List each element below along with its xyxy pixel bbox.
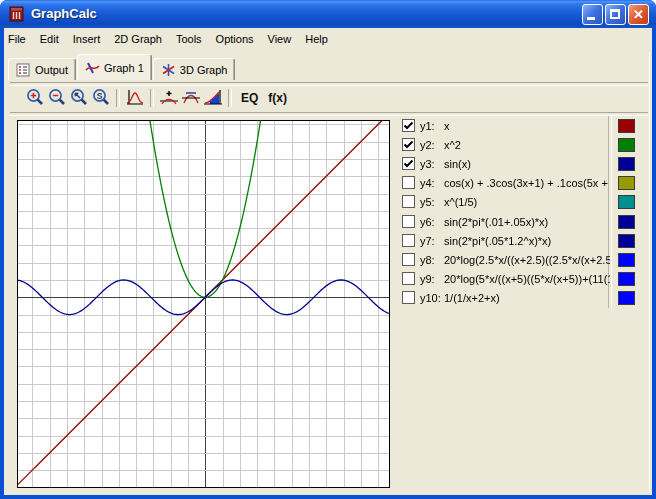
fx-button[interactable]: f(x) xyxy=(268,91,287,105)
equation-name: y7: xyxy=(420,235,435,247)
window-controls: ✕ xyxy=(582,4,649,25)
close-button[interactable]: ✕ xyxy=(628,4,649,25)
equation-name: y4: xyxy=(420,177,435,189)
divider xyxy=(10,112,648,116)
equation-checkbox[interactable] xyxy=(402,272,415,285)
menu-2d-graph[interactable]: 2D Graph xyxy=(110,28,166,45)
zoom-in-button[interactable] xyxy=(24,87,46,109)
equation-checkbox[interactable] xyxy=(402,234,415,247)
equation-name: y6: xyxy=(420,216,435,228)
equation-checkbox[interactable] xyxy=(402,291,415,304)
menu-options[interactable]: Options xyxy=(212,28,258,45)
find-root-button[interactable] xyxy=(180,87,202,109)
equation-color-swatch[interactable] xyxy=(618,272,635,286)
equation-row: y3: sin(x) xyxy=(4,157,652,173)
equation-name: y5: xyxy=(420,196,435,208)
equation-checkbox[interactable] xyxy=(402,119,415,132)
tab-label: 3D Graph xyxy=(180,64,228,76)
equation-checkbox[interactable] xyxy=(402,195,415,208)
graph2d-tab-icon xyxy=(85,61,100,75)
zoom-out-button[interactable] xyxy=(46,87,68,109)
equation-checkbox[interactable] xyxy=(402,138,415,151)
toolbar-separator xyxy=(150,89,154,107)
equation-color-swatch[interactable] xyxy=(618,195,635,209)
maximize-button[interactable] xyxy=(605,4,626,25)
equation-name: y9: xyxy=(420,273,435,285)
tab-output[interactable]: Output xyxy=(8,58,76,80)
equation-row: y2: x^2 xyxy=(4,138,652,154)
close-icon: ✕ xyxy=(629,6,648,24)
menu-file[interactable]: File xyxy=(4,28,30,45)
equation-expression[interactable]: x^(1/5) xyxy=(444,196,610,208)
equation-color-swatch[interactable] xyxy=(618,291,635,305)
equation-name: y1: xyxy=(420,120,435,132)
equation-color-swatch[interactable] xyxy=(618,234,635,248)
equation-row: y10:1/(1/x+2+x) xyxy=(4,291,652,307)
equation-row: y7: sin(2*pi*(.05*1.2^x)*x) xyxy=(4,234,652,250)
zoom-standard-button[interactable]: S xyxy=(90,87,112,109)
equation-checkbox[interactable] xyxy=(402,176,415,189)
equation-color-swatch[interactable] xyxy=(618,157,635,171)
svg-text:S: S xyxy=(96,90,102,100)
equation-name: y8: xyxy=(420,254,435,266)
trace-button[interactable] xyxy=(158,87,180,109)
equation-row: y1: x xyxy=(4,119,652,135)
equation-expression[interactable]: sin(2*pi*(.01+.05x)*x) xyxy=(444,216,610,228)
equation-expression[interactable]: cos(x) + .3cos(3x+1) + .1cos(5x + 8) xyxy=(444,177,610,189)
graph3d-tab-icon xyxy=(161,63,176,77)
equation-checkbox[interactable] xyxy=(402,215,415,228)
tab-3d-graph[interactable]: 3D Graph xyxy=(153,58,236,80)
toolbar-separator xyxy=(116,89,120,107)
menu-tools[interactable]: Tools xyxy=(172,28,206,45)
menu-bar: File Edit Insert 2D Graph Tools Options View He… xyxy=(4,28,652,51)
equation-row: y5: x^(1/5) xyxy=(4,195,652,211)
menu-insert[interactable]: Insert xyxy=(69,28,105,45)
title-bar[interactable]: GraphCalc ✕ xyxy=(0,0,656,28)
eq-button[interactable]: EQ xyxy=(241,91,258,105)
tab-bar: Output Graph 1 3D Graph xyxy=(8,54,236,80)
minimize-button[interactable] xyxy=(582,4,603,25)
window: GraphCalc ✕ File Edit Insert 2D Graph Tools O… xyxy=(0,0,656,499)
zoom-previous-button[interactable] xyxy=(68,87,90,109)
equation-row: y8: 20*log(2.5*x/((x+2.5)((2.5*x/(x+2.5)) xyxy=(4,253,652,269)
equation-expression[interactable]: 20*log(2.5*x/((x+2.5)((2.5*x/(x+2.5)) xyxy=(444,254,610,266)
tab-label: Graph 1 xyxy=(104,62,144,74)
minimize-icon xyxy=(587,17,595,20)
equation-name: y10: xyxy=(420,292,441,304)
equation-row: y6: sin(2*pi*(.01+.05x)*x) xyxy=(4,215,652,231)
tab-label: Output xyxy=(35,64,68,76)
equation-name: y3: xyxy=(420,158,435,170)
equation-color-swatch[interactable] xyxy=(618,119,635,133)
equation-expression[interactable]: sin(2*pi*(.05*1.2^x)*x) xyxy=(444,235,610,247)
equation-color-swatch[interactable] xyxy=(618,253,635,267)
distribution-button[interactable] xyxy=(124,87,146,109)
panel-edge-highlight xyxy=(649,52,650,493)
equation-color-swatch[interactable] xyxy=(618,176,635,190)
equation-expression[interactable]: x^2 xyxy=(444,139,610,151)
integrate-button[interactable] xyxy=(202,87,224,109)
output-tab-icon xyxy=(16,63,31,77)
equation-expression[interactable]: sin(x) xyxy=(444,158,610,170)
equation-checkbox[interactable] xyxy=(402,157,415,170)
client-area: File Edit Insert 2D Graph Tools Options View He… xyxy=(4,28,652,495)
equation-expression[interactable]: 1/(1/x+2+x) xyxy=(444,292,610,304)
equation-color-swatch[interactable] xyxy=(618,215,635,229)
equation-checkbox[interactable] xyxy=(402,253,415,266)
equation-name: y2: xyxy=(420,139,435,151)
tab-graph-1[interactable]: Graph 1 xyxy=(77,54,152,80)
equation-color-swatch[interactable] xyxy=(618,138,635,152)
equation-row: y4: cos(x) + .3cos(3x+1) + .1cos(5x + 8) xyxy=(4,176,652,192)
menu-view[interactable]: View xyxy=(264,28,296,45)
window-title: GraphCalc xyxy=(31,6,97,21)
equation-row: y9: 20*log(5*x/((x+5)((5*x/(x+5))+(11(10 xyxy=(4,272,652,288)
toolbar-separator xyxy=(228,89,232,107)
toolbar: S EQ f(x) xyxy=(24,86,292,110)
menu-edit[interactable]: Edit xyxy=(36,28,63,45)
app-icon xyxy=(9,6,25,22)
equation-expression[interactable]: x xyxy=(444,120,610,132)
maximize-icon xyxy=(610,9,620,19)
equation-expression[interactable]: 20*log(5*x/((x+5)((5*x/(x+5))+(11(10 xyxy=(444,273,610,285)
menu-help[interactable]: Help xyxy=(301,28,332,45)
